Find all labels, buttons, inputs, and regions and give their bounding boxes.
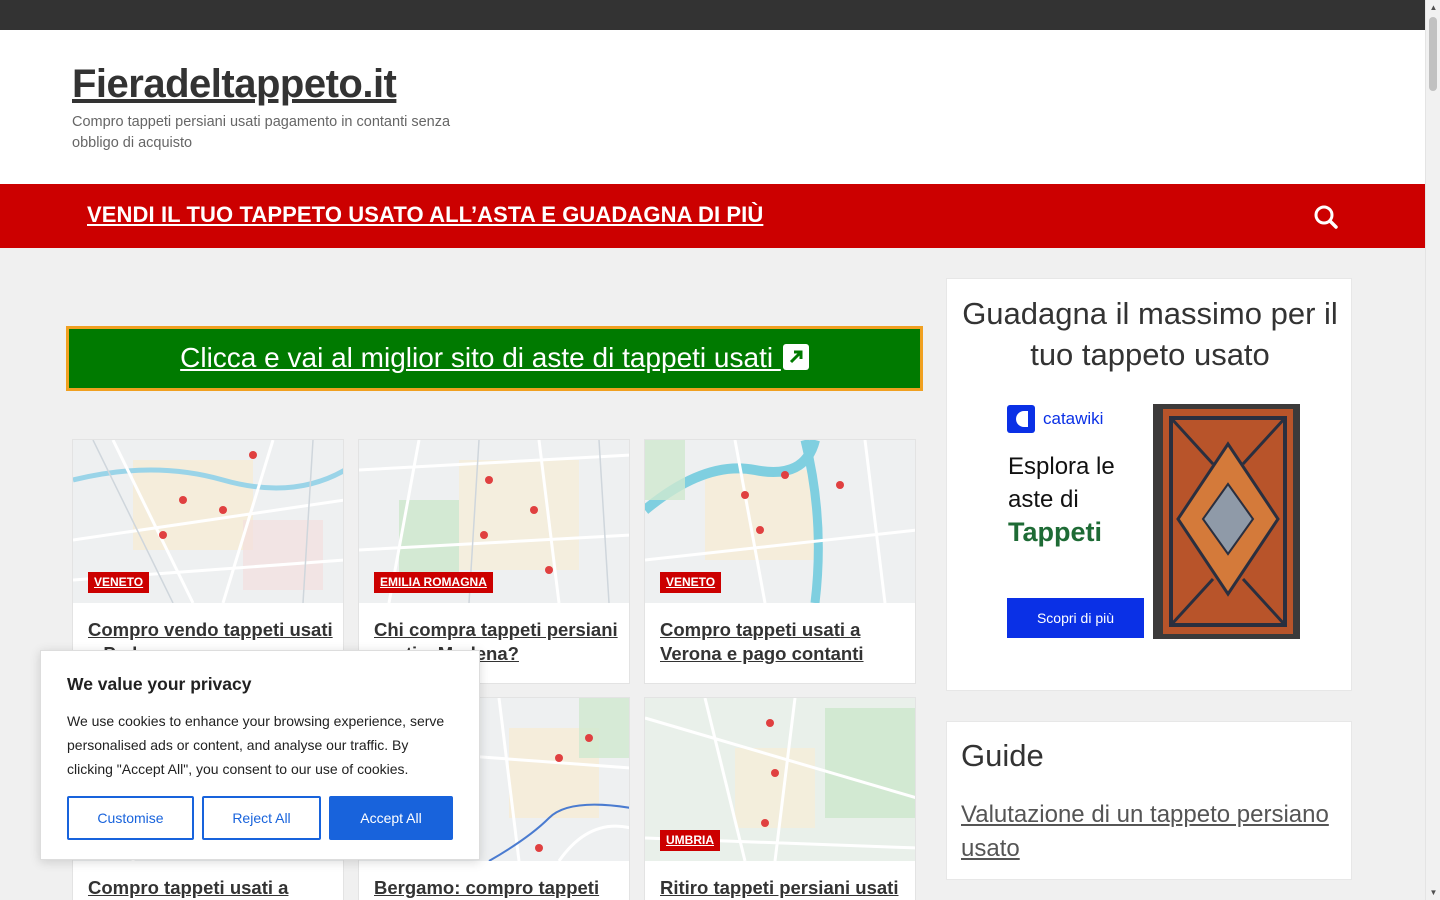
search-icon[interactable]	[1313, 204, 1339, 230]
post-title[interactable]: Compro tappeti usati a Verona e pago con…	[660, 618, 905, 666]
ad-text-line: Esplora le	[1008, 453, 1115, 480]
post-card[interactable]: VENETO Compro tappeti usati a Verona e p…	[644, 439, 916, 684]
catawiki-icon	[1007, 405, 1035, 433]
post-title[interactable]: Ritiro tappeti persiani usati	[660, 876, 905, 900]
category-badge[interactable]: UMBRIA	[660, 830, 720, 851]
site-header: Fieradeltappeto.it Compro tappeti persia…	[0, 30, 1425, 184]
guide-link[interactable]: Valutazione di un tappeto persiano usato	[961, 798, 1341, 866]
nav-link-sell-auction[interactable]: VENDI IL TUO TAPPETO USATO ALL’ASTA E GU…	[87, 202, 763, 228]
customise-button[interactable]: Customise	[67, 796, 194, 840]
cookie-title: We value your privacy	[67, 674, 252, 694]
post-title[interactable]: Bergamo: compro tappeti	[374, 876, 619, 900]
post-card[interactable]: EMILIA ROMAGNA Chi compra tappeti persia…	[358, 439, 630, 684]
reject-all-button[interactable]: Reject All	[202, 796, 321, 840]
post-title[interactable]: Compro tappeti usati a	[88, 876, 333, 900]
ad-heading: Guadagna il massimo per il tuo tappeto u…	[962, 296, 1338, 372]
scrollbar-thumb[interactable]	[1429, 17, 1437, 91]
top-bar	[0, 0, 1425, 30]
cookie-consent-dialog: We value your privacy We use cookies to …	[40, 650, 480, 860]
site-tagline: Compro tappeti persiani usati pagamento …	[72, 114, 451, 151]
main-nav: VENDI IL TUO TAPPETO USATO ALL’ASTA E GU…	[0, 184, 1425, 248]
post-card[interactable]: UMBRIA Ritiro tappeti persiani usati	[644, 697, 916, 900]
ad-text-highlight: Tappeti	[1008, 517, 1102, 547]
guide-heading: Guide	[961, 738, 1044, 773]
ad-text-line: aste di	[1008, 486, 1079, 513]
page-scrollbar[interactable]: ▲ ▼	[1425, 0, 1440, 900]
ad-cta-button[interactable]: Scopri di più	[1007, 598, 1144, 638]
sidebar-guide-widget: Guide Valutazione di un tappeto persiano…	[946, 721, 1352, 880]
rug-image[interactable]	[1153, 404, 1300, 639]
cookie-description: We use cookies to enhance your browsing …	[67, 713, 445, 777]
scroll-up-icon[interactable]: ▲	[1426, 0, 1440, 15]
sidebar-ad-widget: Guadagna il massimo per il tuo tappeto u…	[946, 278, 1352, 691]
category-badge[interactable]: VENETO	[88, 572, 150, 593]
banner-link[interactable]: Clicca e vai al miglior sito di aste di …	[180, 342, 809, 373]
category-badge[interactable]: EMILIA ROMAGNA	[374, 572, 493, 593]
site-title[interactable]: Fieradeltappeto.it	[72, 62, 397, 107]
post-card[interactable]: VENETO Compro vendo tappeti usati a Pado…	[72, 439, 344, 684]
scroll-down-icon[interactable]: ▼	[1426, 885, 1440, 900]
auction-site-banner[interactable]: Clicca e vai al miglior sito di aste di …	[66, 326, 923, 391]
accept-all-button[interactable]: Accept All	[329, 796, 453, 840]
external-link-icon	[782, 344, 809, 370]
catawiki-brand: catawiki	[1043, 409, 1104, 428]
category-badge[interactable]: VENETO	[660, 572, 722, 593]
